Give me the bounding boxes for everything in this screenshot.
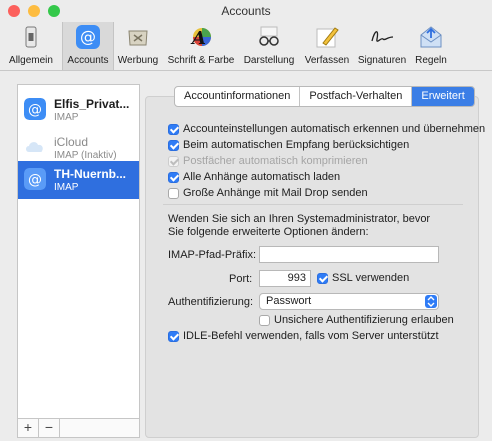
auto-detect-label: Accounteinstellungen automatisch erkenne… bbox=[183, 123, 486, 135]
at-icon: @ bbox=[24, 98, 46, 120]
tab-accountinformationen[interactable]: Accountinformationen bbox=[175, 87, 301, 106]
account-item-th-nuernberg[interactable]: @ TH-Nuernb... IMAP bbox=[18, 161, 139, 199]
toolbar-item-werbung[interactable]: Werbung bbox=[112, 22, 164, 70]
svg-text:@: @ bbox=[80, 27, 96, 46]
tab-postfach-verhalten[interactable]: Postfach-Verhalten bbox=[300, 87, 413, 106]
toolbar-item-signaturen[interactable]: Signaturen bbox=[354, 22, 410, 70]
port-label: Port: bbox=[229, 273, 253, 285]
include-auto-fetch-checkbox[interactable] bbox=[168, 140, 179, 151]
zoom-window-button[interactable] bbox=[48, 5, 60, 17]
account-type: IMAP bbox=[54, 112, 79, 123]
admin-warning-text: Wenden Sie sich an Ihren Systemadministr… bbox=[168, 213, 431, 238]
toolbar-item-accounts[interactable]: @ Accounts bbox=[62, 22, 114, 70]
signature-icon bbox=[371, 31, 394, 42]
include-auto-fetch-label: Beim automatischen Empfang berücksichtig… bbox=[183, 139, 410, 151]
insecure-auth-checkbox[interactable] bbox=[259, 315, 270, 326]
close-window-button[interactable] bbox=[8, 5, 20, 17]
idle-label: IDLE-Befehl verwenden, falls vom Server … bbox=[183, 330, 439, 342]
window-title: Accounts bbox=[221, 4, 271, 18]
add-account-button[interactable]: + bbox=[18, 419, 39, 437]
download-attachments-checkbox[interactable] bbox=[168, 172, 179, 183]
download-attachments-label: Alle Anhänge automatisch laden bbox=[183, 171, 341, 183]
remove-account-button[interactable]: − bbox=[39, 419, 60, 437]
junk-mail-icon bbox=[128, 30, 148, 46]
imap-prefix-input[interactable] bbox=[259, 246, 439, 263]
account-type: IMAP bbox=[54, 182, 79, 193]
tab-erweitert[interactable]: Erweitert bbox=[412, 87, 474, 106]
account-name: TH-Nuernb... bbox=[54, 167, 126, 181]
account-list: @ Elfis_Privat... IMAP iCloud IMAP (Inak… bbox=[17, 84, 140, 438]
mail-drop-label: Große Anhänge mit Mail Drop senden bbox=[183, 187, 368, 199]
at-icon: @ bbox=[76, 25, 100, 49]
tab-bar: Accountinformationen Postfach-Verhalten … bbox=[174, 86, 475, 107]
account-name: iCloud bbox=[54, 135, 89, 149]
title-bar: Accounts bbox=[0, 0, 492, 22]
section-divider bbox=[163, 204, 463, 205]
at-icon: @ bbox=[24, 168, 46, 190]
accounts-window: Accounts Allgemein @ Accounts Werbung A … bbox=[0, 0, 492, 441]
svg-text:@: @ bbox=[28, 102, 42, 118]
compact-mailboxes-checkbox bbox=[168, 156, 179, 167]
preferences-toolbar: Allgemein @ Accounts Werbung A Schrift &… bbox=[0, 22, 492, 71]
minimize-window-button[interactable] bbox=[28, 5, 40, 17]
authentication-value: Passwort bbox=[266, 295, 312, 307]
glasses-icon bbox=[259, 26, 279, 46]
compact-mailboxes-label: Postfächer automatisch komprimieren bbox=[183, 155, 368, 167]
switch-icon bbox=[25, 26, 37, 48]
svg-text:A: A bbox=[190, 28, 206, 49]
toolbar-item-allgemein[interactable]: Allgemein bbox=[0, 22, 62, 70]
account-item-elfis-privat[interactable]: @ Elfis_Privat... IMAP bbox=[18, 91, 139, 129]
toolbar-item-schrift-farbe[interactable]: A Schrift & Farbe bbox=[164, 22, 238, 70]
font-color-icon: A bbox=[190, 28, 211, 49]
account-type: IMAP (Inaktiv) bbox=[54, 150, 117, 161]
popup-arrows-icon bbox=[425, 295, 437, 308]
toolbar-item-verfassen[interactable]: Verfassen bbox=[300, 22, 354, 70]
icloud-icon bbox=[26, 142, 43, 152]
toolbar-item-darstellung[interactable]: Darstellung bbox=[238, 22, 300, 70]
mail-drop-checkbox[interactable] bbox=[168, 188, 179, 199]
svg-text:@: @ bbox=[28, 172, 42, 188]
ssl-label: SSL verwenden bbox=[332, 272, 410, 284]
rules-envelope-icon bbox=[420, 26, 442, 48]
imap-prefix-label: IMAP-Pfad-Präfix: bbox=[168, 249, 257, 261]
account-list-footer: + − bbox=[18, 418, 139, 437]
pencil-note-icon bbox=[316, 27, 339, 48]
authentication-popup[interactable]: Passwort bbox=[259, 293, 439, 310]
ssl-checkbox[interactable] bbox=[317, 273, 328, 284]
authentication-label: Authentifizierung: bbox=[168, 296, 253, 308]
port-input[interactable]: 993 bbox=[259, 270, 311, 287]
insecure-auth-label: Unsichere Authentifizierung erlauben bbox=[274, 314, 454, 326]
toolbar-item-regeln[interactable]: Regeln bbox=[410, 22, 452, 70]
account-name: Elfis_Privat... bbox=[54, 97, 130, 111]
auto-detect-checkbox[interactable] bbox=[168, 124, 179, 135]
idle-checkbox[interactable] bbox=[168, 331, 179, 342]
